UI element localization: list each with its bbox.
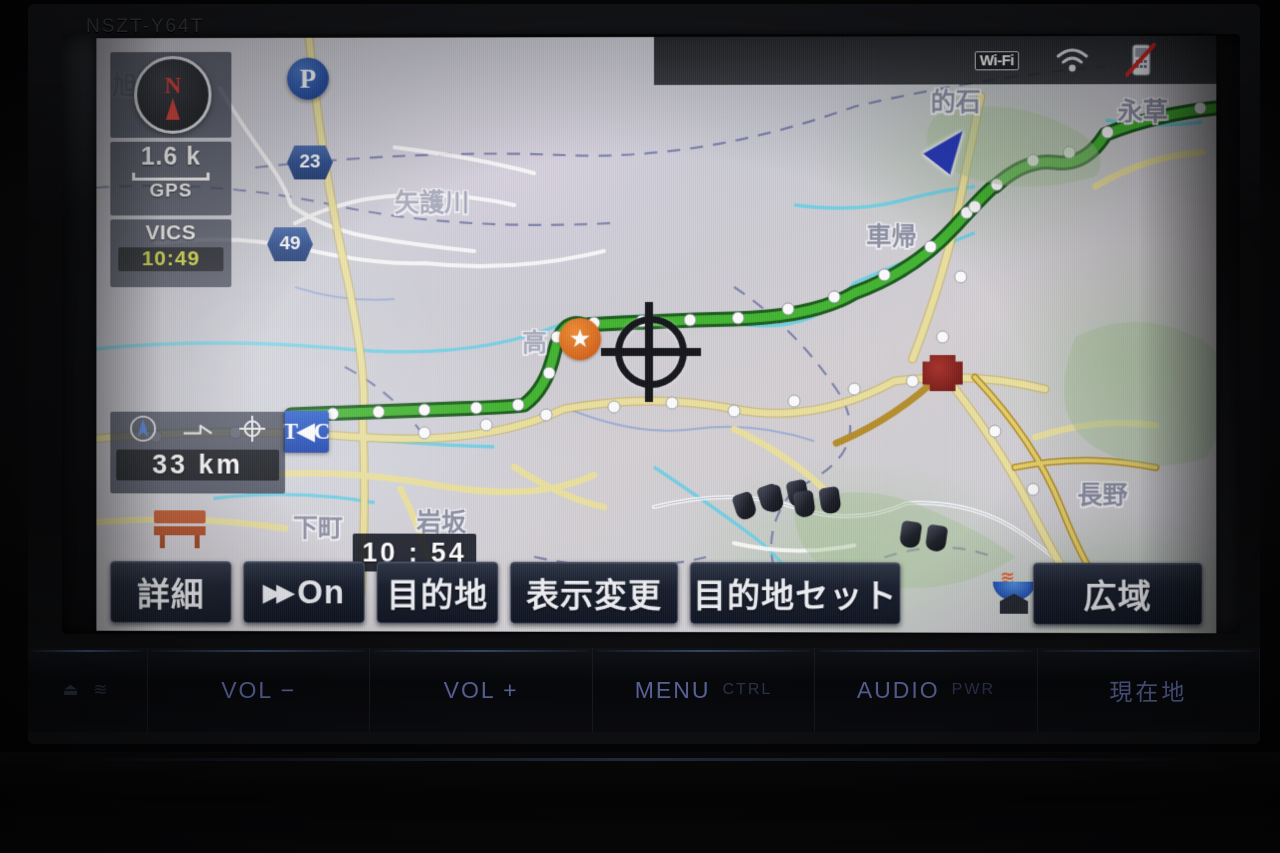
volume-up-label: VOL + bbox=[443, 676, 519, 703]
bench-leg bbox=[159, 535, 165, 549]
vics-label: VICS bbox=[145, 221, 197, 245]
zoom-out-wide-label: 広域 bbox=[1083, 576, 1152, 617]
distance-value: 33 km bbox=[116, 449, 280, 481]
compass-icon: N bbox=[134, 55, 212, 134]
eject-button[interactable]: ⏏ ≋ bbox=[28, 648, 148, 732]
climate-control-panel: 25.0 ⤳ ◣ / 25.0 ✻ OFF AUTO bbox=[0, 752, 1280, 853]
rest-area-icon bbox=[153, 510, 206, 549]
current-location-button[interactable]: 現在地 bbox=[1037, 648, 1261, 732]
volume-up-button[interactable]: VOL + bbox=[370, 648, 593, 732]
menu-sublabel: CTRL bbox=[722, 681, 773, 698]
volume-down-label: VOL − bbox=[221, 676, 297, 703]
destination-button[interactable]: 目的地 bbox=[376, 561, 499, 624]
menu-button[interactable]: MENU CTRL bbox=[592, 648, 816, 732]
tc-route-marker[interactable]: T◀C bbox=[283, 410, 329, 453]
wifi-signal-icon bbox=[1055, 47, 1089, 73]
heading-cone-icon bbox=[129, 414, 157, 447]
zoom-out-wide-button[interactable]: 広域 bbox=[1033, 562, 1203, 626]
detail-button[interactable]: 詳細 bbox=[110, 561, 232, 624]
route-shield-23[interactable]: 23 bbox=[287, 145, 333, 179]
destination-set-button[interactable]: 目的地セット bbox=[690, 562, 901, 625]
detail-button-label: 詳細 bbox=[137, 575, 205, 615]
destination-set-label: 目的地セット bbox=[693, 576, 898, 616]
car-dashboard: NSZT-Y64T 矢護川 的石 永草 車帰 高 下町 岩坂 長野 P 23 4… bbox=[0, 0, 1280, 853]
compass-north-label: N bbox=[164, 72, 182, 98]
distance-widget: 33 km bbox=[110, 412, 286, 494]
map-scale-value: 1.6 k bbox=[140, 142, 201, 171]
display-change-button[interactable]: 表示変更 bbox=[510, 561, 679, 625]
route-shield-49[interactable]: 49 bbox=[267, 227, 313, 261]
map-scale-bar bbox=[132, 172, 210, 181]
bench-leg bbox=[194, 535, 200, 549]
arrow-right-icon bbox=[182, 417, 214, 444]
compass-widget[interactable]: N bbox=[110, 51, 232, 138]
fast-forward-icon: ▶▶ bbox=[263, 578, 291, 605]
distance-icon-row bbox=[110, 412, 285, 450]
volume-down-button[interactable]: VOL − bbox=[148, 648, 371, 732]
status-bar: Wi-Fi bbox=[654, 35, 1217, 85]
crosshair-horizontal-bar bbox=[601, 347, 702, 357]
audio-power-button[interactable]: AUDIO PWR bbox=[815, 648, 1038, 732]
star-poi-marker[interactable]: ★ bbox=[559, 318, 602, 360]
bench-seat bbox=[153, 526, 206, 536]
parking-marker[interactable]: P bbox=[287, 57, 329, 100]
audio-label: AUDIO bbox=[856, 676, 940, 703]
bench-back bbox=[153, 510, 206, 524]
soft-button-bar: 詳細 ▶▶ On 目的地 表示変更 目的地セット 広域 bbox=[96, 553, 1216, 626]
audio-sublabel: PWR bbox=[951, 681, 995, 698]
guidance-on-label: On bbox=[297, 573, 345, 611]
head-unit: NSZT-Y64T 矢護川 的石 永草 車帰 高 下町 岩坂 長野 P 23 4… bbox=[28, 4, 1260, 744]
gps-status-label: GPS bbox=[149, 180, 193, 202]
guidance-on-button[interactable]: ▶▶ On bbox=[243, 561, 365, 624]
vics-widget[interactable]: VICS 10:49 bbox=[110, 219, 232, 288]
map-scale-widget: 1.6 k GPS bbox=[110, 141, 232, 216]
vics-time: 10:49 bbox=[118, 247, 224, 272]
menu-label: MENU bbox=[634, 676, 711, 703]
target-crosshair-icon bbox=[239, 414, 267, 447]
phone-off-icon bbox=[1126, 43, 1156, 77]
destination-button-label: 目的地 bbox=[386, 575, 489, 615]
wifi-label: Wi-Fi bbox=[974, 50, 1019, 70]
map-cursor-crosshair[interactable] bbox=[601, 302, 702, 402]
display-change-label: 表示変更 bbox=[526, 575, 662, 616]
eject-icon: ⏏ ≋ bbox=[62, 680, 113, 699]
compass-needle bbox=[165, 97, 180, 120]
climate-panel-sheen bbox=[60, 758, 1220, 761]
current-location-label: 現在地 bbox=[1109, 680, 1188, 706]
hardware-button-row: ⏏ ≋ VOL − VOL + MENU CTRL AUDIO PWR 現在地 bbox=[28, 648, 1261, 732]
navigation-screen[interactable]: 旭志 矢護川 的石 永草 車帰 高 下町 岩坂 長野 P 23 49 ★ T◀C… bbox=[96, 35, 1217, 634]
